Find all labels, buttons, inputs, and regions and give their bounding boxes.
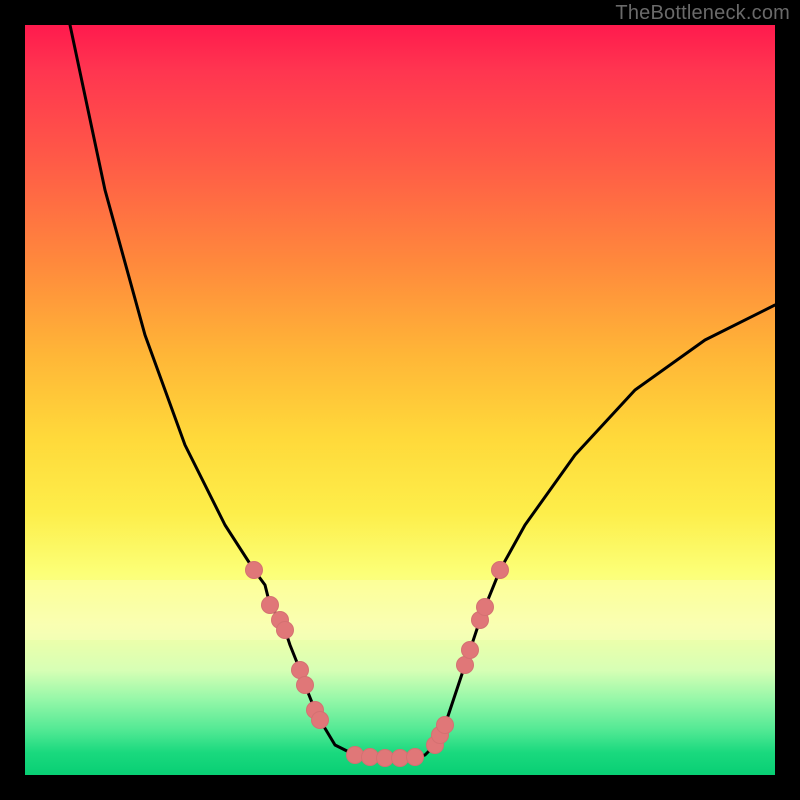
bottleneck-curve bbox=[70, 25, 775, 758]
data-marker bbox=[296, 676, 314, 694]
data-marker bbox=[476, 598, 494, 616]
data-marker bbox=[406, 748, 424, 766]
chart-stage: TheBottleneck.com bbox=[0, 0, 800, 800]
data-marker bbox=[311, 711, 329, 729]
plot-area bbox=[25, 25, 775, 775]
watermark-text: TheBottleneck.com bbox=[615, 2, 790, 25]
curve-svg bbox=[25, 25, 775, 775]
data-marker bbox=[276, 621, 294, 639]
data-marker bbox=[436, 716, 454, 734]
data-marker bbox=[491, 561, 509, 579]
data-marker bbox=[245, 561, 263, 579]
data-marker bbox=[461, 641, 479, 659]
